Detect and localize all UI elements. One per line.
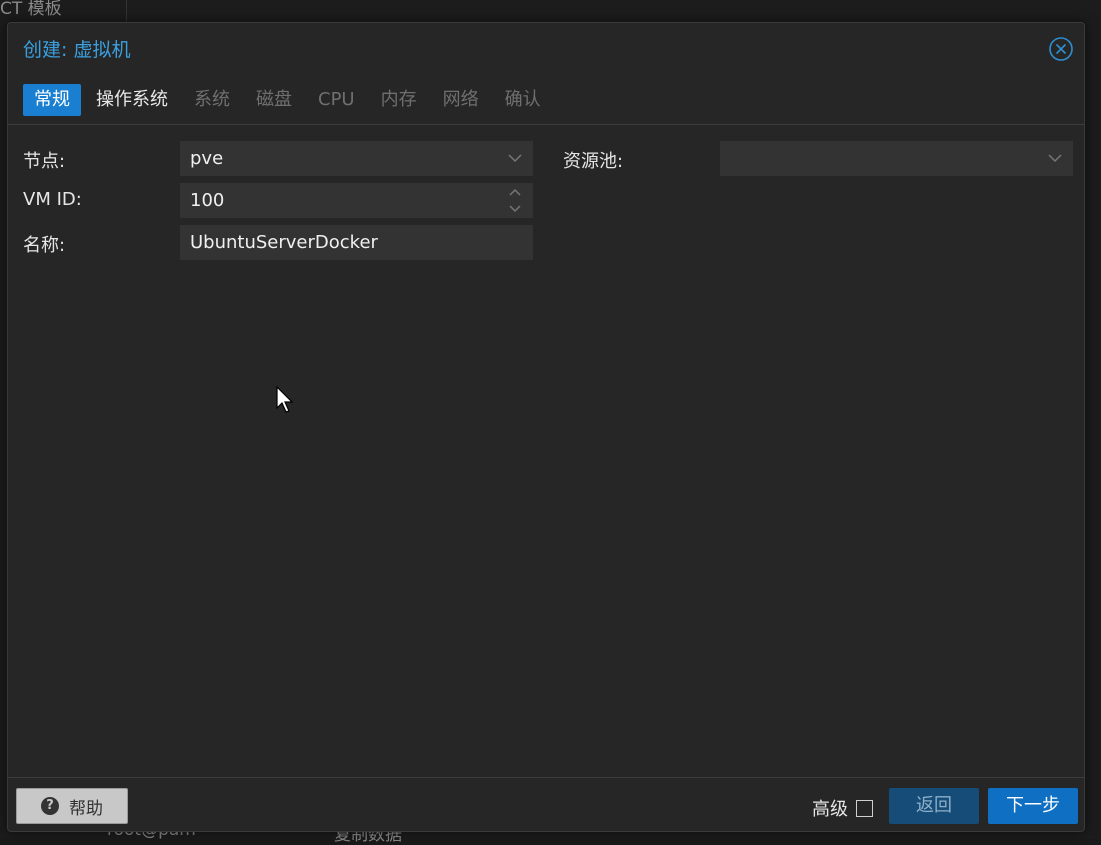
back-button[interactable]: 返回: [889, 788, 979, 824]
node-label: 节点:: [23, 151, 66, 172]
close-icon[interactable]: [1048, 36, 1074, 62]
node-select-value: pve: [190, 148, 224, 169]
footer-divider: [8, 777, 1084, 778]
wizard-tabs: 常规 操作系统 系统 磁盘 CPU 内存 网络 确认: [23, 83, 556, 117]
advanced-toggle[interactable]: 高级: [812, 795, 873, 821]
vmid-label: VM ID:: [23, 189, 82, 210]
name-input[interactable]: UbuntuServerDocker: [180, 225, 533, 260]
tab-confirm[interactable]: 确认: [494, 84, 552, 116]
advanced-checkbox[interactable]: [856, 799, 873, 817]
tab-divider: [8, 124, 1084, 125]
question-circle-icon: ?: [41, 797, 59, 815]
chevron-down-icon[interactable]: [1047, 141, 1063, 176]
vmid-input-value: 100: [190, 190, 225, 211]
tab-general[interactable]: 常规: [23, 84, 81, 116]
node-select[interactable]: pve: [180, 141, 533, 176]
tab-cpu[interactable]: CPU: [307, 84, 366, 116]
name-input-value: UbuntuServerDocker: [190, 232, 378, 253]
pool-select[interactable]: [720, 141, 1073, 176]
bg-divider: [126, 0, 127, 22]
tab-network[interactable]: 网络: [432, 84, 490, 116]
spinner-arrows-icon[interactable]: [507, 183, 523, 218]
tab-memory[interactable]: 内存: [370, 84, 428, 116]
tab-system[interactable]: 系统: [183, 84, 241, 116]
vmid-input[interactable]: 100: [180, 183, 533, 218]
dialog-title: 创建: 虚拟机: [23, 39, 131, 61]
mouse-pointer-icon: [276, 386, 294, 413]
tab-disks[interactable]: 磁盘: [245, 84, 303, 116]
bg-ct-template-label: CT 模板: [0, 0, 62, 19]
help-button[interactable]: ? 帮助: [16, 788, 128, 824]
advanced-label: 高级: [812, 799, 848, 820]
name-label: 名称:: [23, 235, 66, 256]
chevron-down-icon[interactable]: [507, 141, 523, 176]
pool-label: 资源池:: [563, 151, 624, 172]
tab-os[interactable]: 操作系统: [85, 84, 179, 116]
create-vm-dialog: 创建: 虚拟机 常规 操作系统 系统 磁盘 CPU 内存 网络 确认 节点: p…: [7, 22, 1085, 832]
help-button-label: 帮助: [69, 798, 103, 819]
next-button[interactable]: 下一步: [988, 788, 1078, 824]
